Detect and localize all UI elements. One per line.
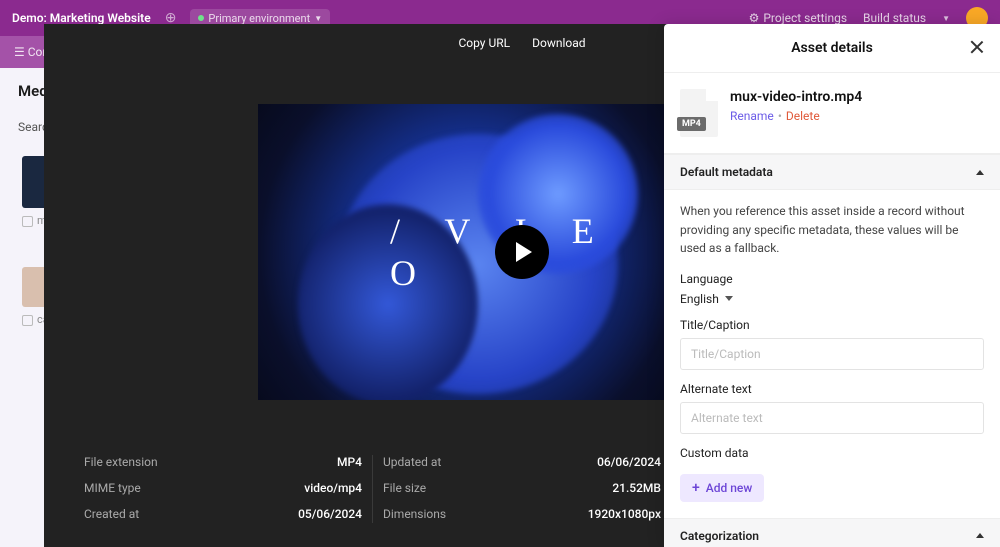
select-checkbox[interactable] [22, 315, 33, 326]
section-default-metadata-body: When you reference this asset inside a r… [664, 190, 1000, 518]
delete-link[interactable]: Delete [786, 109, 820, 123]
project-name: Demo: Marketing Website [12, 11, 151, 25]
meta-value: 21.52MB [612, 481, 661, 495]
meta-value: MP4 [337, 455, 362, 469]
meta-key: Dimensions [383, 507, 446, 521]
download-button[interactable]: Download [532, 36, 585, 50]
title-caption-input[interactable] [680, 338, 984, 370]
section-title: Default metadata [680, 165, 773, 179]
section-hint: When you reference this asset inside a r… [680, 202, 984, 258]
meta-key: File extension [84, 455, 158, 469]
project-settings-link[interactable]: ⚙Project settings [749, 11, 847, 25]
panel-title: Asset details [791, 40, 873, 56]
meta-value: 05/06/2024 [298, 507, 362, 521]
select-checkbox[interactable] [22, 216, 33, 227]
build-status-link[interactable]: Build status [863, 11, 926, 25]
env-status-dot [198, 15, 204, 21]
language-selector[interactable]: English [680, 292, 984, 306]
meta-key: Updated at [383, 455, 441, 469]
file-badge: MP4 [677, 117, 706, 131]
meta-value: video/mp4 [304, 481, 362, 495]
section-categorization-header[interactable]: Categorization [664, 518, 1000, 547]
play-button[interactable] [495, 225, 549, 279]
language-value: English [680, 292, 719, 306]
chevron-up-icon [976, 533, 984, 538]
alternate-text-label: Alternate text [680, 382, 984, 396]
environment-label: Primary environment [208, 12, 310, 25]
add-new-button[interactable]: +Add new [680, 474, 764, 502]
meta-key: Created at [84, 507, 139, 521]
rename-link[interactable]: Rename [730, 109, 774, 123]
close-icon[interactable] [968, 38, 986, 56]
gear-icon: ⚙ [749, 11, 760, 25]
section-title: Categorization [680, 529, 759, 543]
asset-file-name: mux-video-intro.mp4 [730, 89, 862, 105]
meta-value: 1920x1080px [588, 507, 661, 521]
section-default-metadata-header[interactable]: Default metadata [664, 154, 1000, 190]
chevron-up-icon [976, 170, 984, 175]
alternate-text-input[interactable] [680, 402, 984, 434]
plus-icon: + [692, 481, 700, 495]
meta-key: MIME type [84, 481, 141, 495]
chevron-down-icon [725, 296, 733, 301]
meta-value: 06/06/2024 [597, 455, 661, 469]
panel-header: Asset details [664, 24, 1000, 73]
meta-key: File size [383, 481, 426, 495]
asset-header: MP4 mux-video-intro.mp4 Rename•Delete [664, 73, 1000, 154]
custom-data-label: Custom data [680, 446, 984, 460]
file-icon: MP4 [680, 89, 718, 137]
title-caption-label: Title/Caption [680, 318, 984, 332]
asset-details-panel: Asset details MP4 mux-video-intro.mp4 Re… [664, 24, 1000, 547]
language-label: Language [680, 272, 984, 286]
copy-url-button[interactable]: Copy URL [458, 36, 510, 50]
